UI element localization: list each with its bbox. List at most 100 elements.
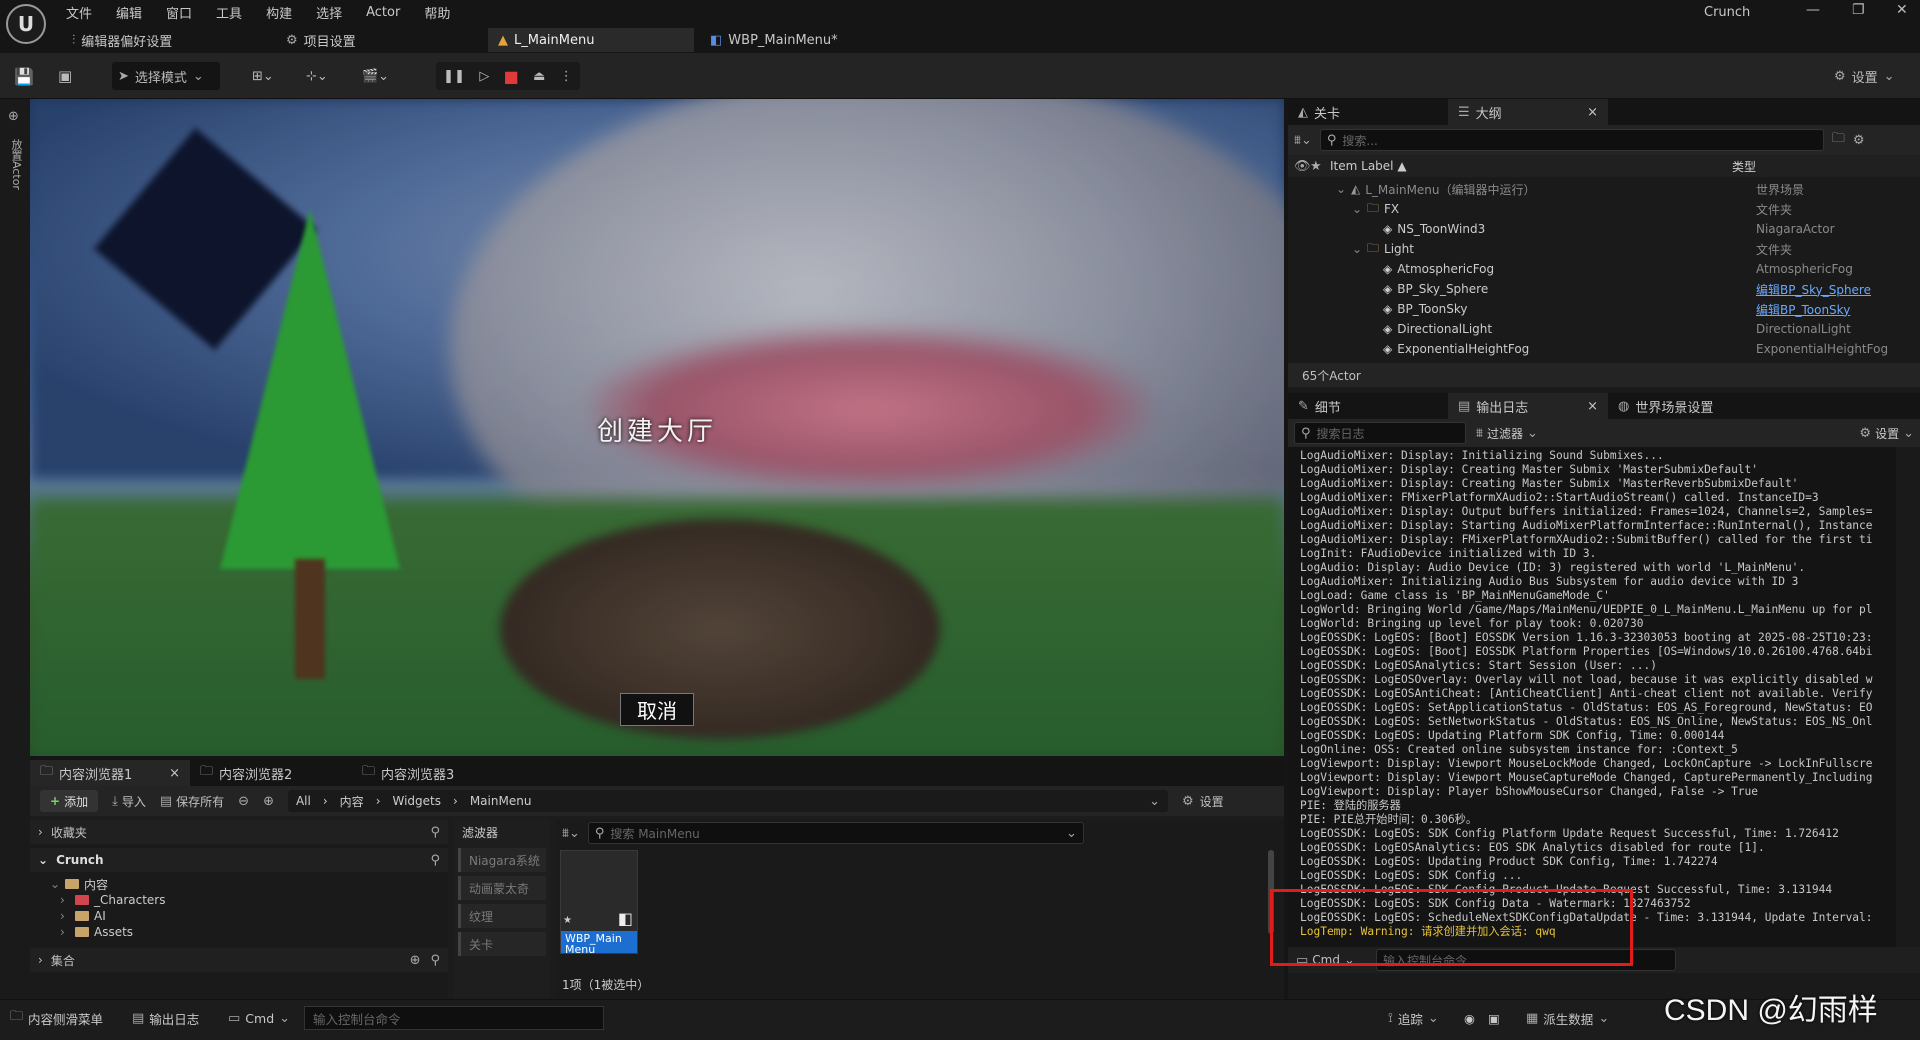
tab-levels[interactable]: ◭ 关卡 xyxy=(1288,99,1448,125)
tab-content-browser-3[interactable]: 🗀 内容浏览器3 xyxy=(352,760,514,786)
add-actor-icon[interactable]: ⊞⌄ xyxy=(252,62,274,90)
menu-item-6[interactable]: Actor xyxy=(366,5,400,20)
step-icon[interactable]: ▷ xyxy=(479,69,489,84)
menu-item-7[interactable]: 帮助 xyxy=(424,3,450,22)
import-button[interactable]: ⤓ 导入 xyxy=(112,793,146,810)
record-icon[interactable]: ◉ xyxy=(1464,1006,1475,1030)
close-tab-icon[interactable]: × xyxy=(169,766,180,781)
close-tab-icon[interactable]: × xyxy=(1587,105,1598,120)
cinematics-icon[interactable]: 🎬⌄ xyxy=(362,62,389,90)
derived-data-button[interactable]: ▦ 派生数据 ⌄ xyxy=(1526,1006,1609,1030)
filter-chip[interactable]: Niagara系统 xyxy=(458,848,546,872)
save-all-button[interactable]: ▤ 保存所有 xyxy=(160,793,224,810)
filter-dropdown[interactable]: ⩩ 过滤器 ⌄ xyxy=(1476,425,1538,442)
close-window-button[interactable]: ✕ xyxy=(1896,2,1908,18)
expand-arrow-icon[interactable]: › xyxy=(60,893,70,907)
close-tab-icon[interactable]: × xyxy=(1587,399,1598,414)
folder-tree-item[interactable]: › Assets xyxy=(40,924,448,940)
breadcrumb-widgets[interactable]: Widgets xyxy=(393,794,442,808)
filter-icon[interactable]: ⩩⌄ xyxy=(1294,133,1312,148)
pause-icon[interactable]: ❚❚ xyxy=(443,69,465,84)
eject-icon[interactable]: ⏏ xyxy=(533,69,545,84)
search-icon[interactable]: ⚲ xyxy=(430,953,440,968)
filter-chip[interactable]: 纹理 xyxy=(458,904,546,928)
cancel-button[interactable]: 取消 xyxy=(620,693,694,726)
menu-item-2[interactable]: 窗口 xyxy=(166,3,192,22)
outliner-item-type[interactable]: 编辑BP_Sky_Sphere xyxy=(1756,281,1916,298)
tab-output-log[interactable]: ▤ 输出日志 × xyxy=(1448,393,1608,419)
menu-item-1[interactable]: 编辑 xyxy=(116,3,142,22)
tab-project-settings[interactable]: ⚙ 项目设置 xyxy=(276,28,366,52)
filter-chip[interactable]: 动画蒙太奇 xyxy=(458,876,546,900)
tab-editor-preferences[interactable]: ⫶ 编辑器偏好设置 xyxy=(62,28,182,52)
item-label-header[interactable]: Item Label ▲ xyxy=(1330,159,1732,173)
collections-section[interactable]: › 集合 ⊕ ⚲ xyxy=(30,948,448,972)
back-icon[interactable]: ⊖ xyxy=(238,794,249,809)
cmd-dropdown-status[interactable]: ▭ Cmd ⌄ xyxy=(228,1006,290,1030)
tab-world-settings[interactable]: ◍ 世界场景设置 xyxy=(1608,393,1778,419)
place-actors-strip[interactable]: ⊕ 放置Actor xyxy=(0,99,30,999)
breadcrumb-all[interactable]: All xyxy=(296,794,311,808)
log-settings-button[interactable]: ⚙ 设置 ⌄ xyxy=(1859,425,1914,442)
outliner-row[interactable]: ◈ BP_ToonSky 编辑BP_ToonSky xyxy=(1288,299,1916,319)
filter-icon[interactable]: ⩩⌄ xyxy=(562,826,580,841)
folder-tree-item[interactable]: › _Characters xyxy=(40,892,448,908)
maximize-button[interactable]: ❐ xyxy=(1852,2,1865,18)
tab-details[interactable]: ✎ 细节 xyxy=(1288,393,1448,419)
output-log-button[interactable]: ▤ 输出日志 xyxy=(132,1006,199,1030)
blueprint-icon[interactable]: ⊹⌄ xyxy=(306,62,328,90)
outliner-row[interactable]: ⌄ 🗀 FX 文件夹 xyxy=(1288,199,1916,219)
star-icon[interactable]: ★ xyxy=(1310,159,1330,174)
add-folder-icon[interactable]: 🗀 xyxy=(1832,129,1845,151)
add-button[interactable]: + 添加 xyxy=(40,790,99,812)
expand-arrow-icon[interactable]: ⌄ xyxy=(1352,202,1362,216)
unreal-logo-icon[interactable]: U xyxy=(6,4,46,44)
status-console-input[interactable]: 输入控制台命令 xyxy=(304,1006,604,1030)
asset-tile-wbp-mainmenu[interactable]: ★ ◧ WBP_Main Menu xyxy=(560,850,638,954)
save-icon[interactable]: 💾 xyxy=(14,62,34,90)
outliner-row[interactable]: ⌄ 🗀 Light 文件夹 xyxy=(1288,239,1916,259)
cb-settings-button[interactable]: ⚙ 设置 xyxy=(1182,793,1224,810)
chevron-down-icon[interactable]: ⌄ xyxy=(1149,794,1160,809)
outliner-row[interactable]: ◈ BP_Sky_Sphere 编辑BP_Sky_Sphere xyxy=(1288,279,1916,299)
tab-content-browser-2[interactable]: 🗀 内容浏览器2 xyxy=(190,760,352,786)
expand-arrow-icon[interactable]: › xyxy=(60,925,70,939)
breadcrumb-mainmenu[interactable]: MainMenu xyxy=(470,794,532,808)
output-log-content[interactable]: LogAudioMixer: Display: Initializing Sou… xyxy=(1288,447,1896,947)
log-search-input[interactable]: ⚲ 搜索日志 xyxy=(1294,422,1466,444)
outliner-row[interactable]: ◈ NS_ToonWind3 NiagaraActor xyxy=(1288,219,1916,239)
menu-item-5[interactable]: 选择 xyxy=(316,3,342,22)
search-icon[interactable]: ⚲ xyxy=(430,825,440,840)
outliner-row[interactable]: ◈ AtmosphericFog AtmosphericFog xyxy=(1288,259,1916,279)
trace-button[interactable]: ⟟ 追踪 ⌄ xyxy=(1388,1006,1439,1030)
favorite-star-icon[interactable]: ★ xyxy=(563,915,572,926)
select-mode-dropdown[interactable]: ➤ 选择模式 ⌄ xyxy=(112,62,220,90)
project-section[interactable]: ⌄ Crunch ⚲ xyxy=(30,848,448,872)
outliner-row[interactable]: ◈ DirectionalLight DirectionalLight xyxy=(1288,319,1916,339)
tab-content-browser-1[interactable]: 🗀 内容浏览器1 × xyxy=(30,760,190,786)
level-viewport[interactable]: 创建大厅 取消 xyxy=(30,99,1284,756)
filter-chip[interactable]: 关卡 xyxy=(458,932,546,956)
favorites-section[interactable]: › 收藏夹 ⚲ xyxy=(30,820,448,844)
tab-outliner[interactable]: ☰ 大纲 × xyxy=(1448,99,1608,125)
folder-tree-item[interactable]: ⌄ 内容 xyxy=(40,876,448,892)
camera-icon[interactable]: ▣ xyxy=(1488,1006,1500,1030)
tab-l-mainmenu[interactable]: ▲ L_MainMenu xyxy=(488,28,694,52)
forward-icon[interactable]: ⊕ xyxy=(263,794,274,809)
expand-arrow-icon[interactable]: ⌄ xyxy=(1352,242,1362,256)
settings-button[interactable]: ⚙ 设置 ⌄ xyxy=(1834,62,1895,90)
outliner-item-type[interactable]: 编辑BP_ToonSky xyxy=(1756,301,1916,318)
type-header[interactable]: 类型 xyxy=(1732,158,1756,175)
expand-arrow-icon[interactable]: ⌄ xyxy=(50,877,60,891)
tab-wbp-mainmenu[interactable]: ◧ WBP_MainMenu* xyxy=(700,28,848,52)
breadcrumb-content[interactable]: 内容 xyxy=(340,793,364,810)
gear-icon[interactable]: ⚙ xyxy=(1853,133,1865,148)
asset-search-input[interactable]: ⚲ 搜索 MainMenu ⌄ xyxy=(587,822,1084,844)
folder-tree-item[interactable]: › AI xyxy=(40,908,448,924)
outliner-search-input[interactable]: ⚲ 搜索... xyxy=(1319,129,1824,151)
more-icon[interactable]: ⋮ xyxy=(560,69,573,84)
outliner-row[interactable]: ◈ ExponentialHeightFog ExponentialHeightFo… xyxy=(1288,339,1916,359)
stop-icon[interactable]: ■ xyxy=(504,67,519,86)
expand-arrow-icon[interactable]: ⌄ xyxy=(1336,182,1346,196)
menu-item-4[interactable]: 构建 xyxy=(266,3,292,22)
